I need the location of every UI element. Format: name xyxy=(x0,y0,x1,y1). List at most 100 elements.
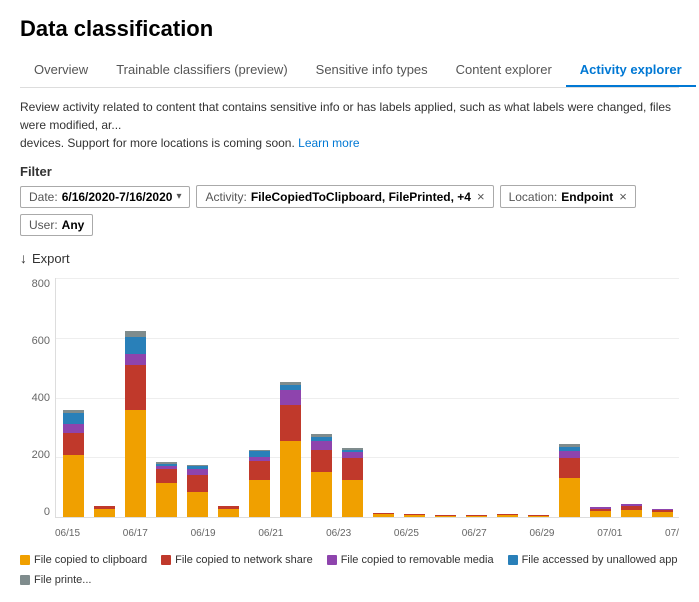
bar-stack xyxy=(342,448,363,517)
tab-sensitive[interactable]: Sensitive info types xyxy=(302,54,442,87)
legend-label: File accessed by unallowed app xyxy=(522,554,678,566)
activity-chip-key: Activity: xyxy=(205,190,246,204)
bar-group xyxy=(399,283,429,517)
legend-color xyxy=(327,555,337,565)
chart-body xyxy=(55,278,679,518)
bar-stack xyxy=(218,506,239,517)
bar-segment xyxy=(559,478,580,517)
tab-trainable[interactable]: Trainable classifiers (preview) xyxy=(102,54,301,87)
tab-activity[interactable]: Activity explorer xyxy=(566,54,696,87)
legend-color xyxy=(508,555,518,565)
chart-xaxis: 06/1506/1706/1906/2106/2306/2506/2706/29… xyxy=(55,518,679,548)
legend-label: File printe... xyxy=(34,574,91,586)
date-filter-chip[interactable]: Date: 6/16/2020-7/16/2020 ▾ xyxy=(20,186,190,208)
legend-item: File printe... xyxy=(20,574,91,586)
bar-stack xyxy=(621,504,642,517)
bar-group xyxy=(368,283,398,517)
bar-segment xyxy=(280,405,301,442)
bar-segment xyxy=(280,441,301,517)
bar-group xyxy=(554,283,584,517)
export-label: Export xyxy=(32,251,70,266)
legend-item: File copied to clipboard xyxy=(20,554,147,566)
xaxis-label: 06/15 xyxy=(55,528,80,539)
bar-stack xyxy=(125,331,146,517)
bar-group xyxy=(492,283,522,517)
page-description: Review activity related to content that … xyxy=(20,98,679,152)
tab-bar: Overview Trainable classifiers (preview)… xyxy=(20,54,679,88)
legend-label: File copied to clipboard xyxy=(34,554,147,566)
xaxis-label: 06/23 xyxy=(326,528,351,539)
bar-segment xyxy=(187,492,208,517)
bar-segment xyxy=(187,475,208,492)
bar-segment xyxy=(125,365,146,410)
xaxis-label: 06/25 xyxy=(394,528,419,539)
user-filter-chip[interactable]: User: Any xyxy=(20,214,93,236)
bar-segment xyxy=(125,410,146,517)
date-chip-key: Date: xyxy=(29,190,58,204)
bar-stack xyxy=(63,410,84,517)
bar-stack xyxy=(249,450,270,518)
bar-group xyxy=(461,283,491,517)
export-button[interactable]: ↓ Export xyxy=(20,246,70,270)
bar-group xyxy=(306,283,336,517)
bar-group xyxy=(89,283,119,517)
legend-item: File copied to removable media xyxy=(327,554,494,566)
chart-legend: File copied to clipboard File copied to n… xyxy=(20,554,679,586)
bar-stack xyxy=(156,462,177,517)
bar-group xyxy=(213,283,243,517)
bar-segment xyxy=(249,480,270,517)
bar-segment xyxy=(249,461,270,481)
bar-group xyxy=(523,283,553,517)
legend-label: File copied to network share xyxy=(175,554,313,566)
legend-color xyxy=(161,555,171,565)
export-icon: ↓ xyxy=(20,250,27,266)
bar-group xyxy=(647,283,677,517)
bar-group xyxy=(151,283,181,517)
bar-stack xyxy=(94,506,115,517)
bar-segment xyxy=(311,472,332,517)
filter-chips: Date: 6/16/2020-7/16/2020 ▾ Activity: Fi… xyxy=(20,185,679,236)
date-chip-arrow-icon: ▾ xyxy=(176,191,181,202)
bar-group xyxy=(182,283,212,517)
tab-overview[interactable]: Overview xyxy=(20,54,102,87)
bar-segment xyxy=(125,337,146,354)
learn-more-link[interactable]: Learn more xyxy=(298,136,359,150)
bar-segment xyxy=(590,511,611,517)
bar-group xyxy=(430,283,460,517)
xaxis-label: 07/ xyxy=(665,528,679,539)
bar-segment xyxy=(63,413,84,424)
activity-chip-close-icon[interactable]: × xyxy=(477,189,485,204)
xaxis-label: 07/01 xyxy=(597,528,622,539)
bar-stack xyxy=(373,513,394,517)
bar-group xyxy=(120,283,150,517)
tab-content[interactable]: Content explorer xyxy=(442,54,566,87)
bar-segment xyxy=(156,483,177,517)
location-filter-chip[interactable]: Location: Endpoint × xyxy=(500,185,636,208)
bar-group xyxy=(244,283,274,517)
bar-segment xyxy=(559,458,580,478)
legend-item: File accessed by unallowed app xyxy=(508,554,678,566)
bar-stack xyxy=(559,444,580,517)
activity-filter-chip[interactable]: Activity: FileCopiedToClipboard, FilePri… xyxy=(196,185,493,208)
location-chip-close-icon[interactable]: × xyxy=(619,189,627,204)
xaxis-label: 06/19 xyxy=(191,528,216,539)
bar-segment xyxy=(156,469,177,483)
bar-segment xyxy=(63,433,84,456)
bar-group xyxy=(58,283,88,517)
chart-area: 800 600 400 200 0 06/1506/1706/1906/2106… xyxy=(20,278,679,548)
user-chip-value: Any xyxy=(62,218,85,232)
bar-group xyxy=(275,283,305,517)
bar-stack xyxy=(404,514,425,517)
bar-stack xyxy=(280,382,301,517)
bar-stack xyxy=(311,434,332,517)
user-chip-key: User: xyxy=(29,218,58,232)
xaxis-label: 06/27 xyxy=(462,528,487,539)
legend-item: File copied to network share xyxy=(161,554,313,566)
location-chip-key: Location: xyxy=(509,190,558,204)
page-title: Data classification xyxy=(20,16,679,42)
bar-segment xyxy=(125,354,146,365)
bar-segment xyxy=(63,455,84,517)
bar-segment xyxy=(652,512,673,517)
xaxis-label: 06/29 xyxy=(529,528,554,539)
bar-group xyxy=(337,283,367,517)
